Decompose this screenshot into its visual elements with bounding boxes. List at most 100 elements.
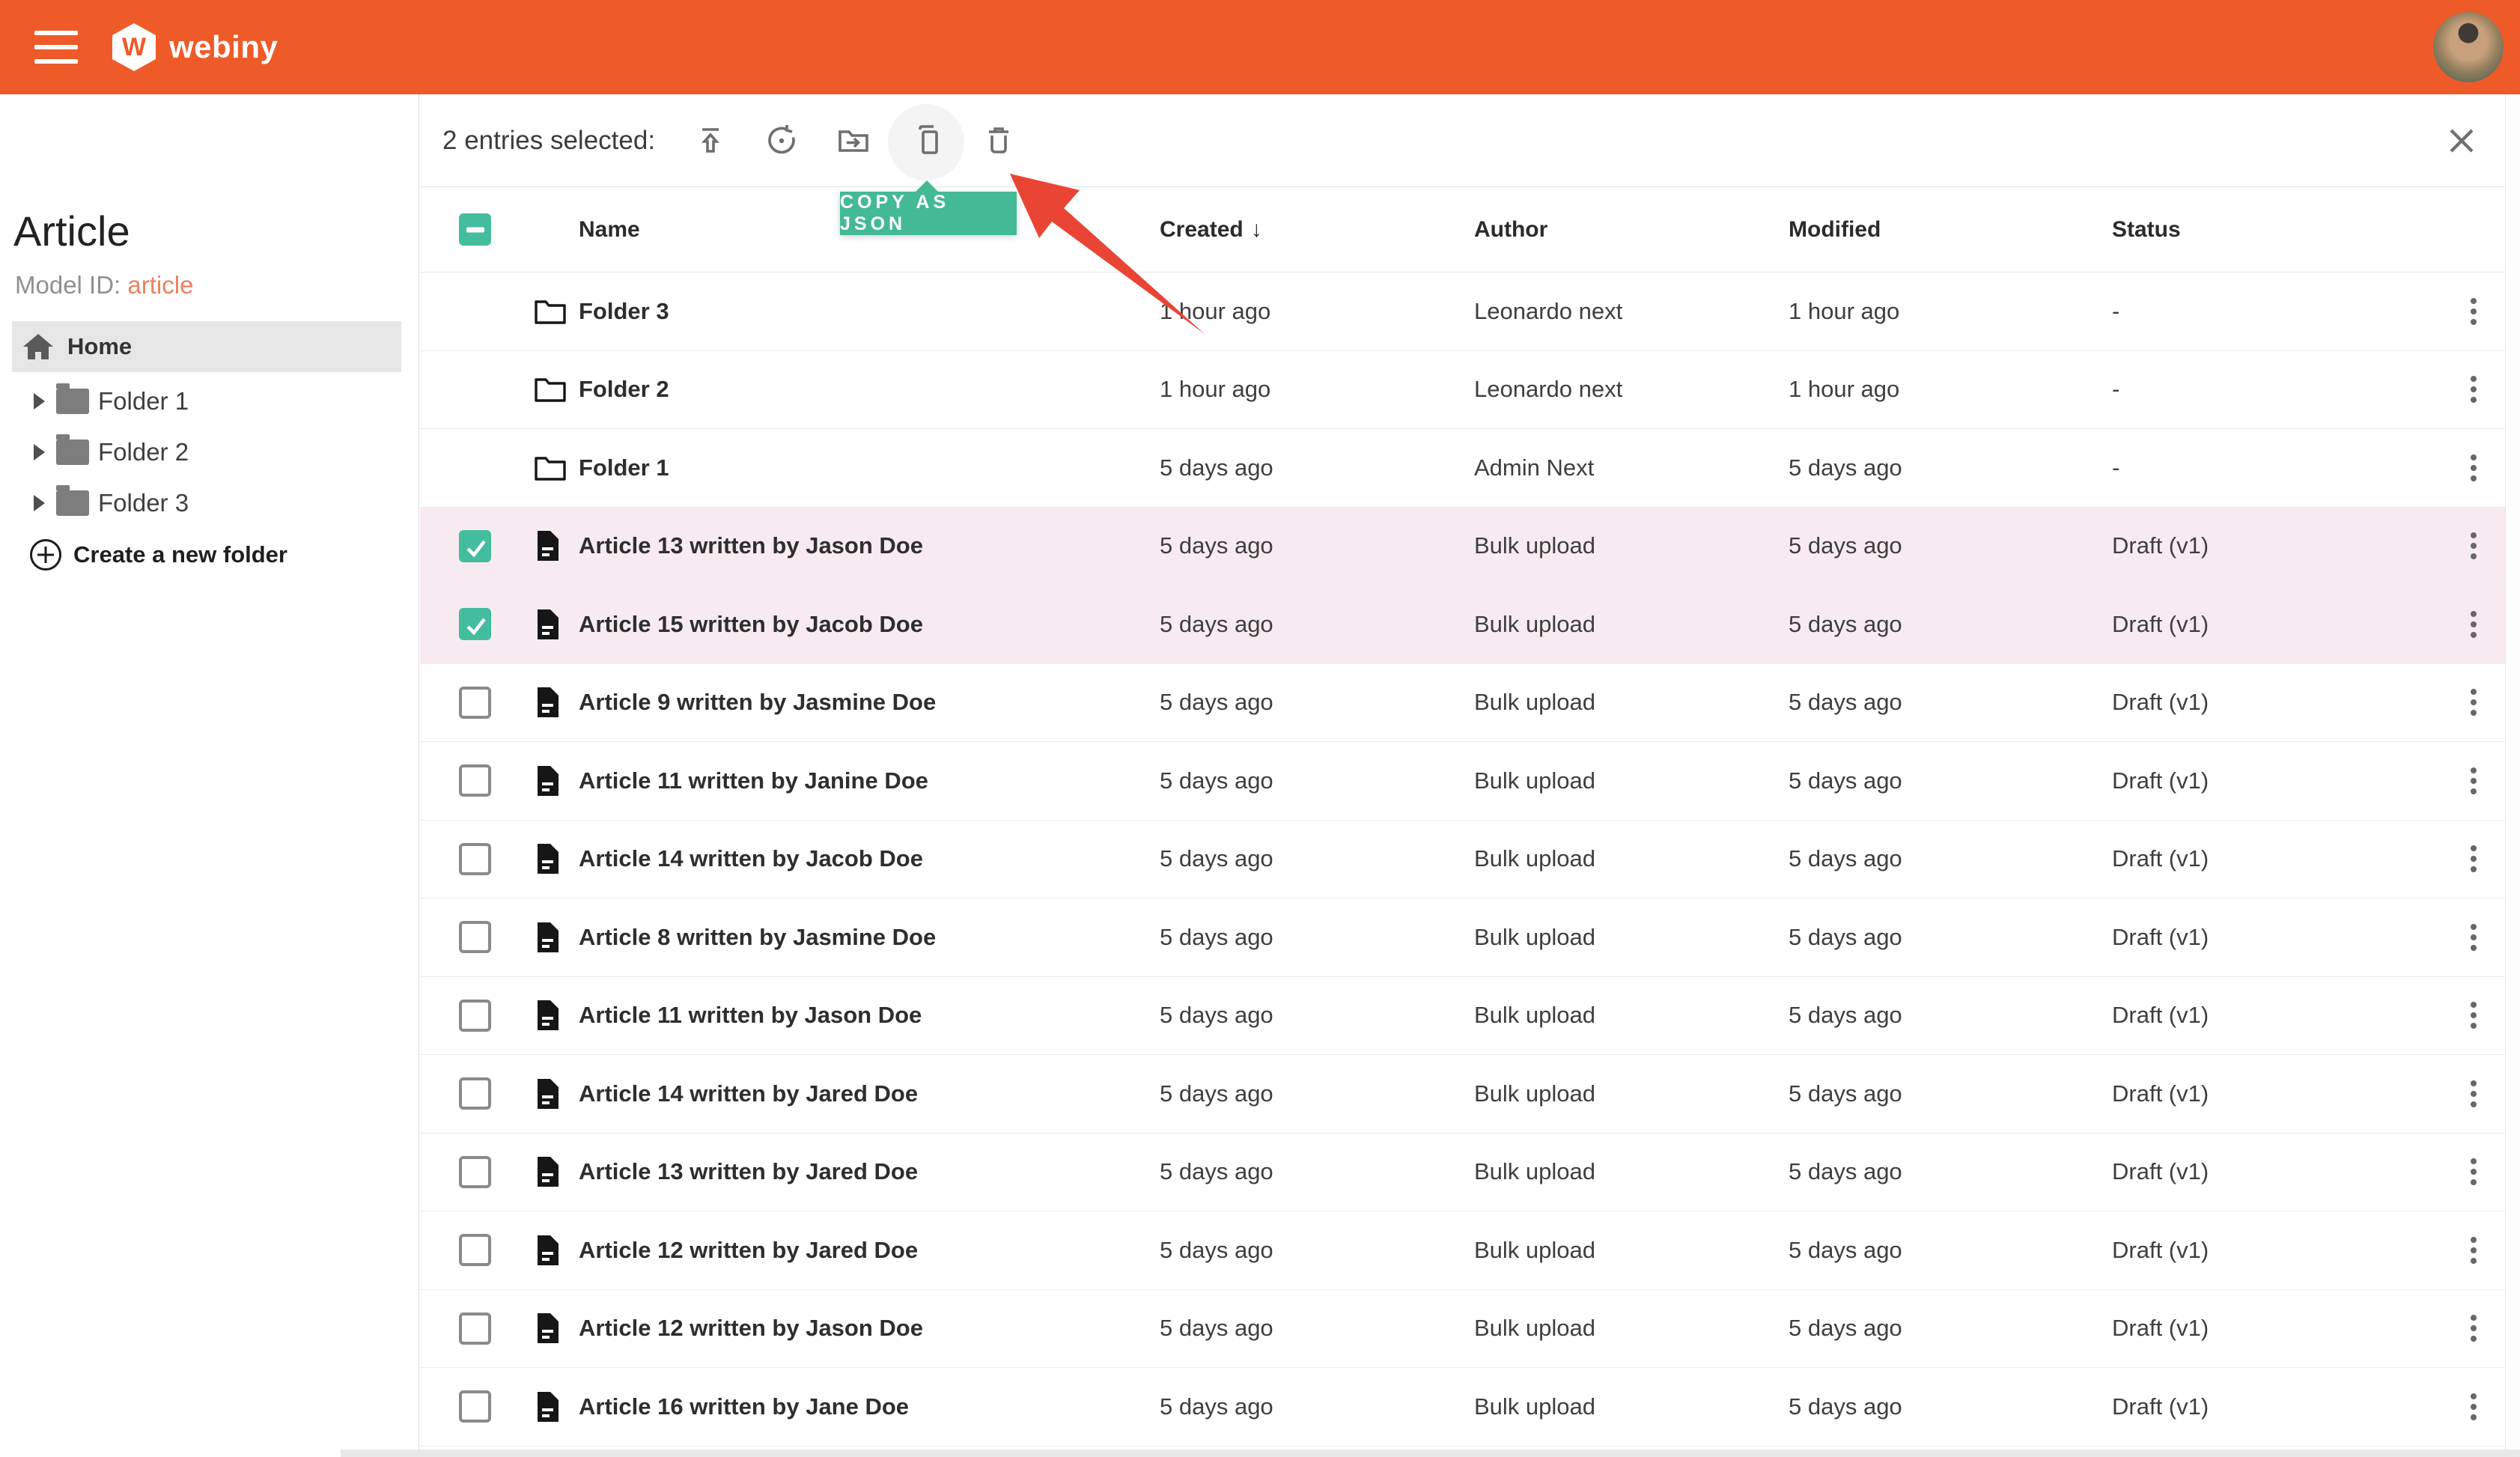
cell-created: 5 days ago [1160,767,1273,794]
column-header-status[interactable]: Status [2112,217,2441,243]
top-bar: W webiny [0,0,2520,94]
table-row[interactable]: Article 12 written by Jared Doe 5 days a… [420,1211,2505,1290]
row-checkbox[interactable] [459,1234,491,1267]
table-row[interactable]: Folder 2 1 hour ago Leonardo next 1 hour… [420,350,2505,429]
vertical-scrollbar[interactable] [2505,94,2520,1457]
cell-modified: 5 days ago [1789,1158,1902,1185]
table-row[interactable]: Folder 3 1 hour ago Leonardo next 1 hour… [420,273,2505,351]
row-checkbox[interactable] [459,1390,491,1423]
table-row[interactable]: Article 15 written by Jacob Doe 5 days a… [420,585,2505,664]
row-menu-kebab-icon[interactable] [2465,1152,2483,1191]
table-row[interactable]: Article 9 written by Jasmine Doe 5 days … [420,663,2505,742]
sidebar-folder-item[interactable]: Folder 1 [0,376,419,427]
cell-status: Draft (v1) [2112,1393,2209,1420]
row-menu-kebab-icon[interactable] [2465,1074,2483,1113]
trash-icon [989,127,1008,153]
row-menu-kebab-icon[interactable] [2465,292,2483,331]
table-row[interactable]: Article 14 written by Jacob Doe 5 days a… [420,820,2505,898]
cell-status: Draft (v1) [2112,1158,2209,1185]
row-checkbox[interactable] [459,1155,491,1188]
move-to-folder-button[interactable] [836,124,871,158]
table-row[interactable]: Article 8 written by Jasmine Doe 5 days … [420,898,2505,977]
select-all-checkbox[interactable] [459,213,491,246]
row-checkbox[interactable] [459,1312,491,1345]
cell-modified: 5 days ago [1789,610,1902,637]
row-menu-kebab-icon[interactable] [2465,839,2483,878]
create-folder-button[interactable]: Create a new folder [30,539,287,571]
column-header-author[interactable]: Author [1474,217,1789,243]
cell-name: Article 16 written by Jane Doe [579,1393,910,1420]
row-menu-kebab-icon[interactable] [2465,1309,2483,1348]
cell-created: 5 days ago [1160,610,1273,637]
table-row[interactable]: Article 11 written by Jason Doe 5 days a… [420,976,2505,1055]
model-id-value[interactable]: article [127,271,193,299]
cell-created: 5 days ago [1160,923,1273,950]
chevron-right-icon[interactable] [34,444,45,460]
webiny-logo[interactable]: W webiny [112,23,278,71]
hamburger-menu-icon[interactable] [34,31,78,64]
cell-modified: 5 days ago [1789,689,1902,716]
table-row[interactable]: Article 13 written by Jared Doe 5 days a… [420,1133,2505,1211]
row-checkbox[interactable] [459,608,491,641]
copy-icon [919,125,938,154]
close-selection-button[interactable] [2447,126,2477,156]
selection-count-text: 2 entries selected: [442,125,656,155]
chevron-right-icon[interactable] [34,495,45,511]
row-menu-kebab-icon[interactable] [2465,448,2483,487]
row-checkbox[interactable] [459,1077,491,1110]
cell-modified: 1 hour ago [1789,376,1900,403]
content-area: 2 entries selected: COPY AS JSON Name Cr… [420,94,2520,1457]
table-row[interactable]: Article 16 written by Jane Doe 5 days ag… [420,1368,2505,1447]
column-header-created[interactable]: Created ↓ [1160,217,1474,243]
cell-author: Bulk upload [1474,1236,1596,1263]
table-row[interactable]: Article 11 written by Janine Doe 5 days … [420,742,2505,821]
close-icon [2450,129,2474,153]
folder-icon [535,457,566,481]
row-checkbox[interactable] [459,921,491,954]
plus-circle-icon [30,539,61,571]
sidebar-folder-item[interactable]: Folder 2 [0,427,419,478]
cell-created: 1 hour ago [1160,297,1271,324]
sort-desc-icon: ↓ [1250,216,1262,242]
row-menu-kebab-icon[interactable] [2465,605,2483,644]
row-checkbox[interactable] [459,764,491,797]
row-menu-kebab-icon[interactable] [2465,526,2483,565]
folder-icon [56,383,89,414]
row-menu-kebab-icon[interactable] [2465,683,2483,722]
row-menu-kebab-icon[interactable] [2465,761,2483,800]
row-checkbox[interactable] [459,529,491,562]
cell-name: Article 11 written by Jason Doe [579,1002,922,1029]
table-row[interactable]: Folder 1 5 days ago Admin Next 5 days ag… [420,429,2505,508]
copy-button[interactable] [910,124,944,158]
user-avatar[interactable] [2433,12,2504,82]
check-icon [466,618,486,636]
row-menu-kebab-icon[interactable] [2465,918,2483,957]
column-header-modified[interactable]: Modified [1789,217,2112,243]
row-menu-kebab-icon[interactable] [2465,996,2483,1035]
row-checkbox[interactable] [459,842,491,875]
row-menu-kebab-icon[interactable] [2465,1231,2483,1270]
model-id: Model ID: article [15,271,193,299]
horizontal-scrollbar[interactable] [341,1450,2520,1457]
row-menu-kebab-icon[interactable] [2465,370,2483,409]
cell-modified: 5 days ago [1789,1080,1902,1107]
table-row[interactable]: Article 13 written by Jason Doe 5 days a… [420,507,2505,585]
document-icon [538,1078,559,1109]
model-id-label: Model ID: [15,271,121,299]
row-menu-kebab-icon[interactable] [2465,1387,2483,1426]
delete-button[interactable] [981,124,1016,158]
cell-status: Draft (v1) [2112,1236,2209,1263]
row-checkbox[interactable] [459,999,491,1032]
sidebar-item-home[interactable]: Home [12,321,401,372]
restore-revision-button[interactable] [764,124,799,158]
cell-created: 5 days ago [1160,532,1273,559]
publish-button[interactable] [693,124,728,158]
sidebar-folder-item[interactable]: Folder 3 [0,478,419,529]
chevron-right-icon[interactable] [34,393,45,410]
cell-created: 5 days ago [1160,1393,1273,1420]
table-row[interactable]: Article 12 written by Jason Doe 5 days a… [420,1289,2505,1368]
table-row[interactable]: Article 14 written by Jared Doe 5 days a… [420,1055,2505,1134]
selection-toolbar: 2 entries selected: [420,94,2505,187]
row-checkbox[interactable] [459,686,491,719]
cell-author: Bulk upload [1474,1315,1596,1342]
